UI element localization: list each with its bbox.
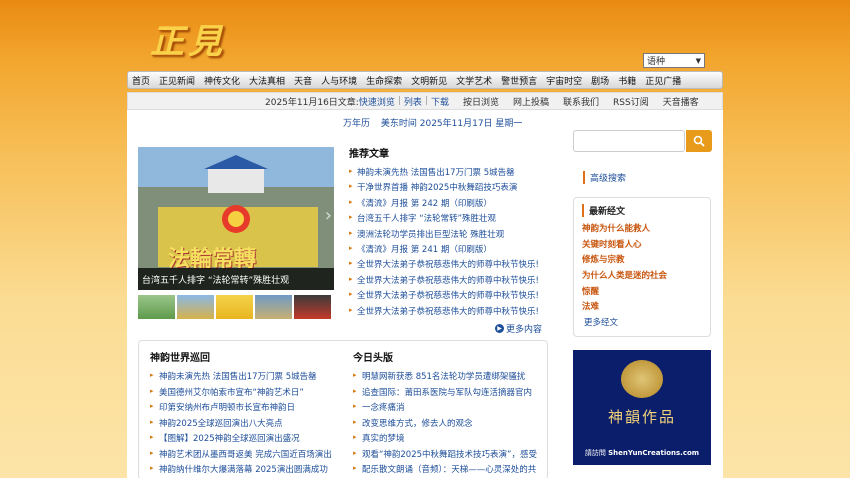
nav-item[interactable]: 首页 bbox=[132, 74, 150, 87]
list-link[interactable]: 列表 bbox=[404, 95, 422, 108]
scripture-link[interactable]: 法难 bbox=[582, 300, 702, 316]
sub-nav-item[interactable]: 按日浏览 bbox=[463, 95, 499, 108]
separator: | bbox=[397, 96, 401, 106]
chevron-down-icon: ▼ bbox=[695, 56, 701, 65]
search-icon bbox=[693, 135, 705, 147]
article-link[interactable]: 全世界大法弟子恭祝慈悲伟大的师尊中秋节快乐! bbox=[349, 274, 547, 289]
language-select-value: 语种 bbox=[647, 57, 666, 67]
quick-browse-link[interactable]: 快速浏览 bbox=[359, 95, 395, 108]
nav-item[interactable]: 文学艺术 bbox=[456, 74, 492, 87]
article-link[interactable]: 干净世界首播 神韵2025中秋舞蹈技巧表演 bbox=[349, 181, 547, 196]
article-link[interactable]: 澳洲法轮功学员排出巨型法轮 殊胜壮观 bbox=[349, 228, 547, 243]
main-content: 万年历 美东时间 2025年11月17日 星期一 法輪常轉 › 台湾五千人排字 … bbox=[127, 110, 723, 478]
date-bar: 万年历 美东时间 2025年11月17日 星期一 bbox=[343, 116, 530, 129]
shenyun-tour-box: 神韵世界巡回 神韵未演先热 法国售出17万门票 5城告罄 美国德州艾尔帕索市宣布… bbox=[150, 349, 340, 478]
scripture-link[interactable]: 关键时刻看人心 bbox=[582, 238, 702, 254]
sub-nav-item[interactable]: RSS订阅 bbox=[613, 95, 649, 108]
more-content-link[interactable]: ▶ 更多内容 bbox=[495, 322, 542, 335]
arrow-circle-icon: ▶ bbox=[495, 324, 504, 333]
nav-item[interactable]: 书籍 bbox=[618, 74, 636, 87]
scripture-link[interactable]: 修炼与宗教 bbox=[582, 253, 702, 269]
us-east-time: 美东时间 2025年11月17日 星期一 bbox=[380, 119, 523, 129]
article-link[interactable]: 美国德州艾尔帕索市宣布“神韵艺术日” bbox=[150, 386, 340, 402]
latest-scriptures: 最新经文 神韵为什么能救人 关键时刻看人心 修炼与宗教 为什么人类是迷的社会 惊… bbox=[573, 197, 711, 337]
sub-nav: 2025年11月16日文章: 快速浏览 | 列表 | 下载 按日浏览 网上投稿 联系… bbox=[127, 92, 723, 110]
shenyun-creations-banner[interactable]: 神韻作品 請訪問 ShenYunCreations.com bbox=[573, 350, 711, 465]
language-select[interactable]: 语种 ▼ bbox=[643, 53, 705, 68]
slide-thumbnail[interactable] bbox=[255, 295, 292, 319]
nav-item[interactable]: 剧场 bbox=[591, 74, 609, 87]
section-title: 推荐文章 bbox=[349, 149, 389, 160]
slide-thumbnails bbox=[138, 295, 331, 319]
featured-slideshow[interactable]: 法輪常轉 › 台湾五千人排字 “法轮常转”殊胜壮观 bbox=[138, 147, 334, 290]
nav-item[interactable]: 正见广播 bbox=[645, 74, 681, 87]
article-link[interactable]: 台湾五千人排字 “法轮常转”殊胜壮观 bbox=[349, 212, 547, 227]
recommended-articles: 推荐文章 神韵未演先热 法国售出17万门票 5城告罄 干净世界首播 神韵2025… bbox=[349, 145, 547, 320]
nav-item[interactable]: 文明新见 bbox=[411, 74, 447, 87]
article-link[interactable]: 全世界大法弟子恭祝慈悲伟大的师尊中秋节快乐! bbox=[349, 305, 547, 320]
article-date: 2025年11月16日文章: bbox=[265, 97, 359, 108]
article-link[interactable]: 神韵纳什维尔大爆满落幕 2025演出圆满成功 bbox=[150, 463, 340, 478]
slide-caption[interactable]: 台湾五千人排字 “法轮常转”殊胜壮观 bbox=[138, 268, 334, 290]
slide-thumbnail[interactable] bbox=[138, 295, 175, 319]
section-title: 神韵世界巡回 bbox=[150, 353, 210, 364]
nav-item[interactable]: 生命探索 bbox=[366, 74, 402, 87]
article-link[interactable]: 改变思维方式，修去人的观念 bbox=[353, 417, 543, 433]
scripture-link[interactable]: 为什么人类是迷的社会 bbox=[582, 269, 702, 285]
banner-title: 神韻作品 bbox=[607, 408, 676, 426]
article-link[interactable]: 一念疼痛消 bbox=[353, 401, 543, 417]
search-button[interactable] bbox=[686, 130, 712, 152]
article-link[interactable]: 印第安纳州布卢明顿市长宣布神韵日 bbox=[150, 401, 340, 417]
article-link[interactable]: 【图解】2025神韵全球巡回演出盛况 bbox=[150, 432, 340, 448]
slide-thumbnail[interactable] bbox=[177, 295, 214, 319]
article-link[interactable]: 真实的梦境 bbox=[353, 432, 543, 448]
banner-url-text: ShenYunCreations.com bbox=[608, 449, 700, 457]
nav-item[interactable]: 神传文化 bbox=[204, 74, 240, 87]
article-link[interactable]: 神韵未演先热 法国售出17万门票 5城告罄 bbox=[150, 370, 340, 386]
nav-item[interactable]: 警世预言 bbox=[501, 74, 537, 87]
slide-thumbnail[interactable] bbox=[294, 295, 331, 319]
calendar-link[interactable]: 万年历 bbox=[343, 119, 370, 129]
more-label: 更多内容 bbox=[506, 325, 543, 335]
scripture-link[interactable]: 神韵为什么能救人 bbox=[582, 222, 702, 238]
nav-item[interactable]: 宇宙时空 bbox=[546, 74, 582, 87]
article-link[interactable]: 全世界大法弟子恭祝慈悲伟大的师尊中秋节快乐! bbox=[349, 289, 547, 304]
banner-url: 請訪問 ShenYunCreations.com bbox=[573, 448, 711, 458]
article-link[interactable]: 观看“神韵2025中秋舞蹈技术技巧表演”，感受 bbox=[353, 448, 543, 464]
article-link[interactable]: 追查国际：莆田系医院与军队勾连活摘器官内 bbox=[353, 386, 543, 402]
more-scriptures-link[interactable]: 更多经文 bbox=[582, 316, 702, 332]
download-link[interactable]: 下载 bbox=[431, 95, 449, 108]
nav-item[interactable]: 正见新闻 bbox=[159, 74, 195, 87]
section-title: 今日头版 bbox=[353, 353, 393, 364]
bottom-panel: 神韵世界巡回 神韵未演先热 法国售出17万门票 5城告罄 美国德州艾尔帕索市宣布… bbox=[138, 340, 548, 478]
article-link[interactable]: 神韵未演先热 法国售出17万门票 5城告罄 bbox=[349, 166, 547, 181]
article-link[interactable]: 《清流》月报 第 242 期（印刷版） bbox=[349, 197, 547, 212]
article-link[interactable]: 神韵2025全球巡回演出八大亮点 bbox=[150, 417, 340, 433]
section-title: 最新经文 bbox=[582, 204, 702, 217]
advanced-search-link[interactable]: 高级搜索 bbox=[583, 171, 626, 184]
chevron-right-icon[interactable]: › bbox=[325, 205, 332, 226]
article-link[interactable]: 明慧网新获悉 851名法轮功学员遭绑架骚扰 bbox=[353, 370, 543, 386]
main-nav: 首页 正见新闻 神传文化 大法真相 天音 人与环境 生命探索 文明新见 文学艺术… bbox=[127, 71, 723, 89]
search-input[interactable] bbox=[573, 130, 685, 152]
nav-item[interactable]: 人与环境 bbox=[321, 74, 357, 87]
sub-nav-item[interactable]: 天音播客 bbox=[663, 95, 699, 108]
sub-nav-item[interactable]: 联系我们 bbox=[563, 95, 599, 108]
slide-thumbnail[interactable] bbox=[216, 295, 253, 319]
sub-nav-item[interactable]: 网上投稿 bbox=[513, 95, 549, 108]
site-logo[interactable]: 正見 bbox=[150, 14, 226, 63]
scripture-link[interactable]: 惊醒 bbox=[582, 285, 702, 301]
article-link[interactable]: 《清流》月报 第 241 期（印刷版） bbox=[349, 243, 547, 258]
shenyun-logo bbox=[621, 360, 663, 398]
nav-item[interactable]: 大法真相 bbox=[249, 74, 285, 87]
separator: | bbox=[424, 96, 428, 106]
banner-small: 請訪問 bbox=[584, 449, 606, 457]
nav-item[interactable]: 天音 bbox=[294, 74, 312, 87]
article-link[interactable]: 全世界大法弟子恭祝慈悲伟大的师尊中秋节快乐! bbox=[349, 258, 547, 273]
article-link[interactable]: 神韵艺术团从墨西哥返美 完成六国近百场演出 bbox=[150, 448, 340, 464]
article-link[interactable]: 配乐散文朗诵（音频）：天梯——心灵深处的共 bbox=[353, 463, 543, 478]
headlines-box: 今日头版 明慧网新获悉 851名法轮功学员遭绑架骚扰 追查国际：莆田系医院与军队… bbox=[353, 349, 543, 478]
